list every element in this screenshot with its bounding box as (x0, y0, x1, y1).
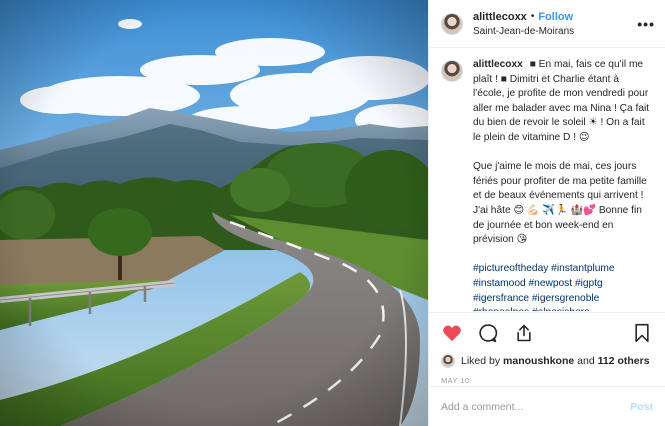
comment-box: Post (429, 386, 665, 426)
post-photo[interactable] (0, 0, 428, 426)
caption-text: alittlecoxx ■ En mai, fais ce qu'il me p… (473, 58, 651, 311)
caption-body-1: ■ En mai, fais ce qu'il me plaît ! ■ Dim… (473, 59, 650, 143)
liked-by-line: Liked by manoushkone and 112 others (441, 353, 653, 369)
landscape-road-image (0, 0, 428, 426)
heart-icon[interactable] (441, 322, 463, 344)
author-info: alittlecoxx • Follow Saint-Jean-de-Moira… (473, 11, 637, 37)
bookmark-icon[interactable] (631, 322, 653, 344)
author-avatar[interactable] (441, 12, 463, 35)
follow-button[interactable]: Follow (538, 11, 573, 23)
comment-input[interactable] (441, 400, 631, 413)
liked-by-user[interactable]: manoushkone (503, 355, 574, 367)
liker-avatar[interactable] (441, 354, 455, 368)
caption-hashtags[interactable]: #pictureoftheday #instantplume #instamoo… (473, 262, 651, 311)
caption-avatar[interactable] (441, 60, 463, 82)
instagram-post: alittlecoxx • Follow Saint-Jean-de-Moira… (0, 0, 665, 426)
author-username[interactable]: alittlecoxx (473, 11, 527, 23)
liked-by-others[interactable]: 112 others (598, 355, 650, 367)
comment-icon[interactable] (477, 322, 499, 344)
caption-section: alittlecoxx ■ En mai, fais ce qu'il me p… (429, 48, 665, 311)
liked-by-prefix: Liked by (461, 355, 501, 367)
caption-paragraph-2: Que j'aime le mois de mai, ces jours fér… (473, 161, 647, 246)
more-options-icon[interactable]: ••• (637, 16, 655, 32)
author-line: alittlecoxx • Follow (473, 11, 637, 23)
share-icon[interactable] (513, 322, 535, 344)
separator-dot: • (530, 11, 535, 22)
post-date[interactable]: MAY 10 (441, 376, 653, 385)
caption-username[interactable]: alittlecoxx (473, 59, 523, 70)
post-actions: Liked by manoushkone and 112 others MAY … (429, 312, 665, 385)
post-header: alittlecoxx • Follow Saint-Jean-de-Moira… (429, 0, 665, 48)
caption-paragraph-1: alittlecoxx ■ En mai, fais ce qu'il me p… (473, 58, 651, 146)
post-location[interactable]: Saint-Jean-de-Moirans (473, 26, 637, 37)
post-comment-button[interactable]: Post (630, 401, 653, 413)
post-side-panel: alittlecoxx • Follow Saint-Jean-de-Moira… (428, 0, 665, 426)
liked-by-and: and (577, 355, 595, 367)
action-icons-row (441, 313, 653, 353)
